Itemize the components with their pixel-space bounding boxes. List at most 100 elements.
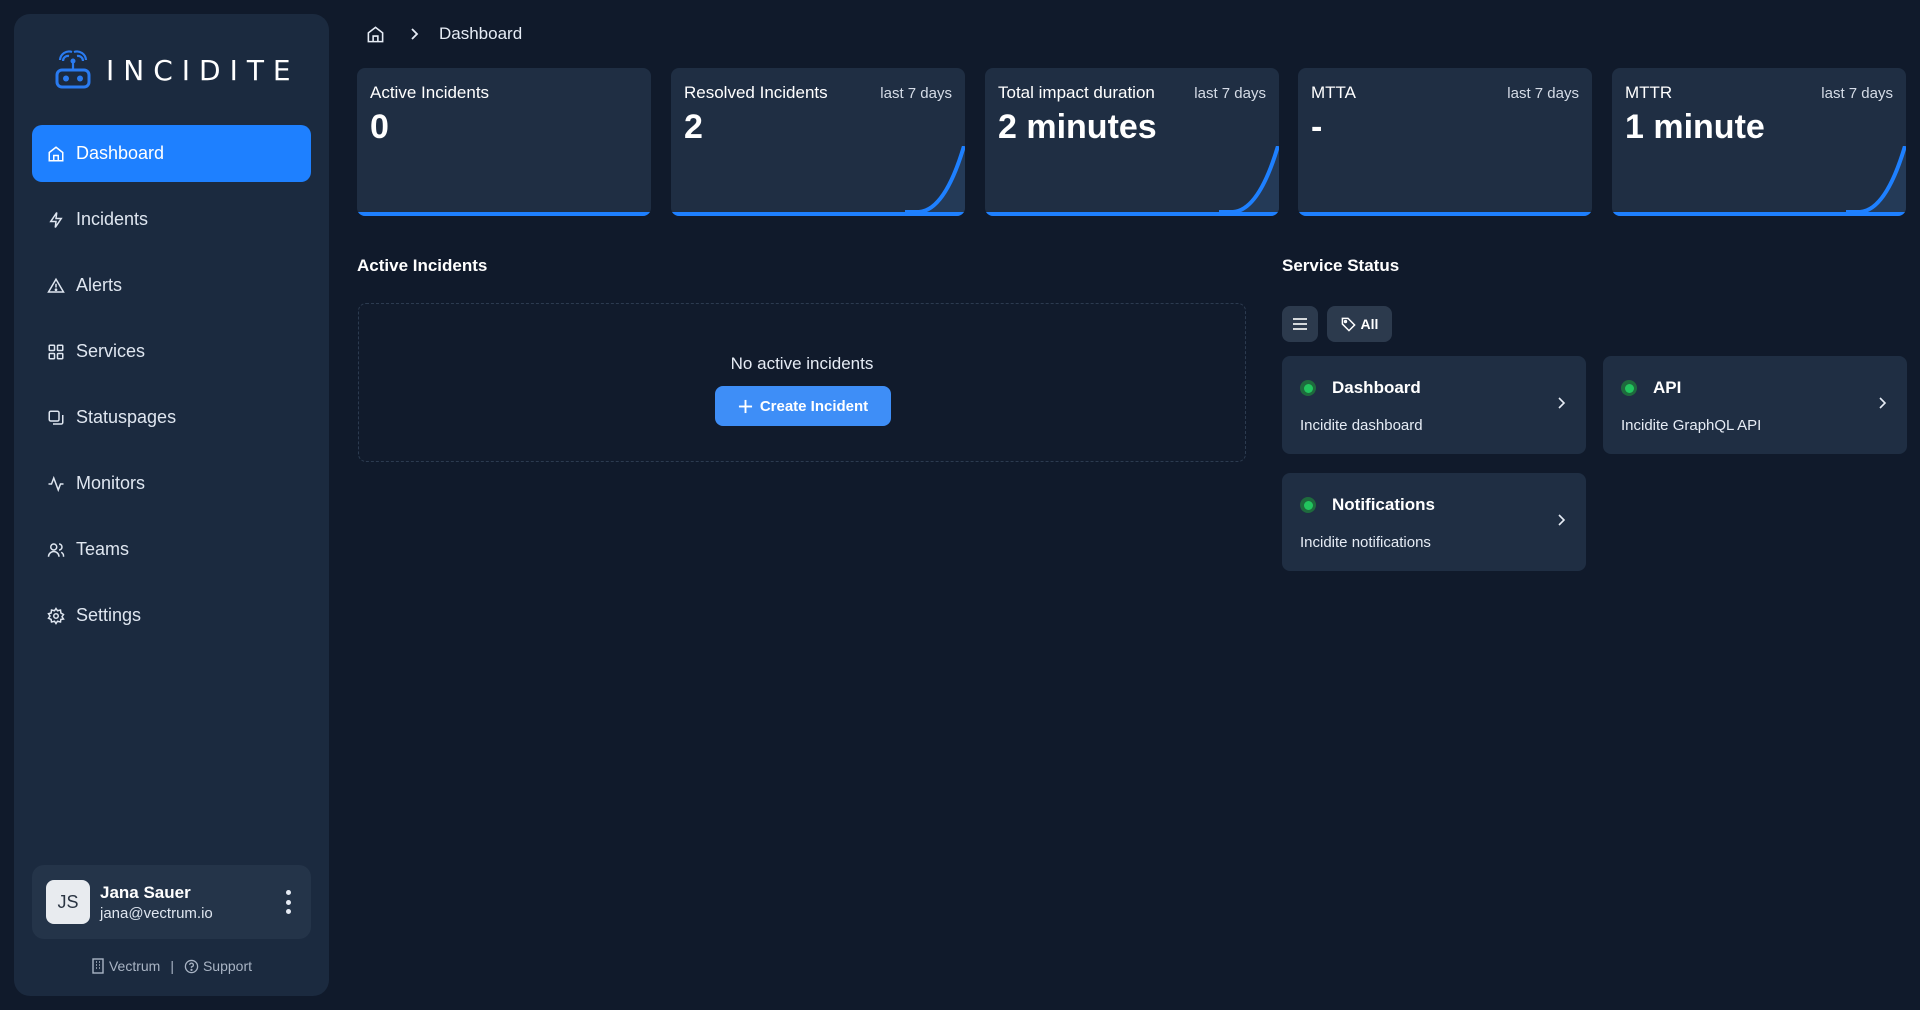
plus-icon xyxy=(738,399,752,413)
user-card[interactable]: JS Jana Sauer jana@vectrum.io xyxy=(32,865,311,939)
stat-underline xyxy=(357,212,651,216)
stat-sparkline xyxy=(1846,146,1906,216)
stat-value: 2 minutes xyxy=(998,108,1157,146)
sidebar-item-label: Monitors xyxy=(76,473,146,493)
support-link[interactable]: Support xyxy=(184,958,252,974)
stat-card-mtta: MTTA last 7 days - xyxy=(1298,68,1592,216)
tag-icon xyxy=(1341,317,1356,332)
gear-icon xyxy=(46,606,66,626)
bolt-icon xyxy=(46,210,66,230)
breadcrumb: Dashboard xyxy=(366,24,522,44)
stat-value: 2 xyxy=(684,108,703,146)
building-icon xyxy=(92,958,104,974)
empty-state-text: No active incidents xyxy=(730,354,874,373)
stat-period: last 7 days xyxy=(1194,85,1266,102)
user-menu-kebab-icon[interactable] xyxy=(279,887,297,917)
stat-value: 0 xyxy=(370,108,389,146)
grid-icon xyxy=(46,342,66,362)
user-email: jana@vectrum.io xyxy=(100,904,213,922)
service-card-notifications[interactable]: Notifications Incidite notifications xyxy=(1282,473,1586,571)
pages-icon xyxy=(46,408,66,428)
support-link-label: Support xyxy=(202,958,253,974)
chevron-right-icon xyxy=(1558,397,1566,409)
avatar: JS xyxy=(46,880,90,924)
sidebar-item-label: Incidents xyxy=(76,209,149,229)
warning-icon xyxy=(46,276,66,296)
stat-title: MTTA xyxy=(1311,83,1357,102)
sidebar-item-label: Alerts xyxy=(76,275,123,295)
stat-sparkline xyxy=(1219,146,1279,216)
logo-robot-icon xyxy=(55,50,91,89)
service-card-api[interactable]: API Incidite GraphQL API xyxy=(1603,356,1907,454)
sidebar-item-dashboard[interactable]: Dashboard xyxy=(32,125,311,182)
status-indicator xyxy=(1300,497,1316,513)
create-incident-label: Create Incident xyxy=(759,397,869,415)
sidebar-item-label: Services xyxy=(76,341,146,361)
chevron-right-icon xyxy=(1558,514,1566,526)
sidebar-item-label: Statuspages xyxy=(76,407,177,427)
stat-card-active-incidents: Active Incidents 0 xyxy=(357,68,651,216)
stat-underline xyxy=(985,212,1279,216)
breadcrumb-current: Dashboard xyxy=(439,24,523,43)
users-icon xyxy=(46,540,66,560)
sidebar-item-monitors[interactable]: Monitors xyxy=(32,455,311,512)
stat-period: last 7 days xyxy=(1821,85,1893,102)
stat-title: Resolved Incidents xyxy=(684,83,828,102)
activity-icon xyxy=(46,474,66,494)
footer-separator: | xyxy=(170,958,174,974)
stat-value: 1 minute xyxy=(1625,108,1765,146)
chevron-right-icon xyxy=(1879,397,1887,409)
stat-value: - xyxy=(1311,108,1323,146)
stat-card-resolved-incidents: Resolved Incidents last 7 days 2 xyxy=(671,68,965,216)
org-link-label: Vectrum xyxy=(108,958,161,974)
sidebar-item-label: Settings xyxy=(76,605,142,625)
service-description: Incidite GraphQL API xyxy=(1621,417,1762,434)
stat-sparkline xyxy=(905,146,965,216)
service-description: Incidite dashboard xyxy=(1300,417,1423,434)
help-circle-icon xyxy=(184,959,199,973)
stat-card-mttr: MTTR last 7 days 1 minute xyxy=(1612,68,1906,216)
stat-underline xyxy=(671,212,965,216)
stat-period: last 7 days xyxy=(880,85,952,102)
status-indicator xyxy=(1621,380,1637,396)
active-incidents-panel: No active incidents Create Incident xyxy=(358,303,1246,462)
home-icon xyxy=(46,144,66,164)
stat-title: Total impact duration xyxy=(998,83,1155,102)
stat-underline xyxy=(1612,212,1906,216)
service-status-title: Service Status xyxy=(1282,256,1400,275)
list-icon xyxy=(1293,318,1307,330)
sidebar-item-label: Dashboard xyxy=(76,143,165,163)
stat-title: MTTR xyxy=(1625,83,1673,102)
service-name: Notifications xyxy=(1332,495,1435,514)
stat-title: Active Incidents xyxy=(370,83,490,102)
service-name: API xyxy=(1653,378,1682,397)
chevron-right-icon xyxy=(409,27,419,41)
tag-filter-label: All xyxy=(1360,316,1379,332)
sidebar-item-incidents[interactable]: Incidents xyxy=(32,191,311,248)
list-view-button[interactable] xyxy=(1282,306,1318,342)
logo[interactable]: INCIDITE xyxy=(50,48,300,92)
active-incidents-title: Active Incidents xyxy=(357,256,488,275)
sidebar-nav: Dashboard Incidents Alerts Services Stat… xyxy=(32,125,311,653)
tag-filter-all-button[interactable]: All xyxy=(1327,306,1392,342)
status-indicator xyxy=(1300,380,1316,396)
stat-card-total-impact-duration: Total impact duration last 7 days 2 minu… xyxy=(985,68,1279,216)
sidebar-item-alerts[interactable]: Alerts xyxy=(32,257,311,314)
stat-period: last 7 days xyxy=(1507,85,1579,102)
sidebar-item-label: Teams xyxy=(76,539,130,559)
sidebar-item-teams[interactable]: Teams xyxy=(32,521,311,578)
sidebar-footer: Vectrum | Support xyxy=(14,958,329,974)
create-incident-button[interactable]: Create Incident xyxy=(715,386,891,426)
user-name: Jana Sauer xyxy=(100,882,191,902)
stat-underline xyxy=(1298,212,1592,216)
sidebar: INCIDITE Dashboard Incidents Alerts Serv… xyxy=(14,14,329,996)
home-icon[interactable] xyxy=(366,25,385,44)
sidebar-item-statuspages[interactable]: Statuspages xyxy=(32,389,311,446)
service-description: Incidite notifications xyxy=(1300,534,1431,551)
org-link[interactable]: Vectrum xyxy=(91,958,160,974)
service-card-dashboard[interactable]: Dashboard Incidite dashboard xyxy=(1282,356,1586,454)
logo-text: INCIDITE xyxy=(106,53,300,87)
sidebar-item-services[interactable]: Services xyxy=(32,323,311,380)
user-info: Jana Sauer jana@vectrum.io xyxy=(100,883,213,922)
sidebar-item-settings[interactable]: Settings xyxy=(32,587,311,644)
